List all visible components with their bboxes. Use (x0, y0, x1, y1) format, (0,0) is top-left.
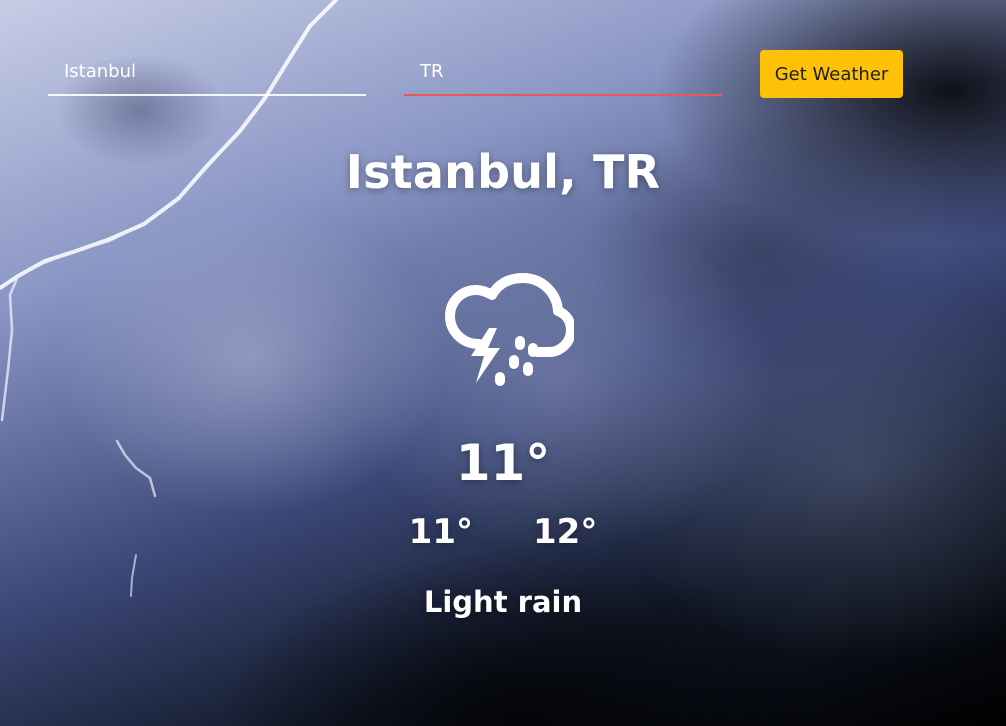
min-temperature: 11° (408, 512, 473, 552)
thunderstorm-rain-icon (434, 270, 576, 410)
max-temperature: 12° (533, 512, 598, 552)
current-temperature: 11° (455, 434, 551, 492)
weather-app: Get Weather Istanbul, TR 11° 11° 12° Lig… (0, 0, 1006, 726)
weather-description: Light rain (423, 585, 583, 619)
location-title: Istanbul, TR (345, 145, 661, 199)
weather-display: Istanbul, TR 11° 11° 12° Light rain (0, 0, 1006, 726)
temperature-range: 11° 12° (0, 512, 1006, 552)
